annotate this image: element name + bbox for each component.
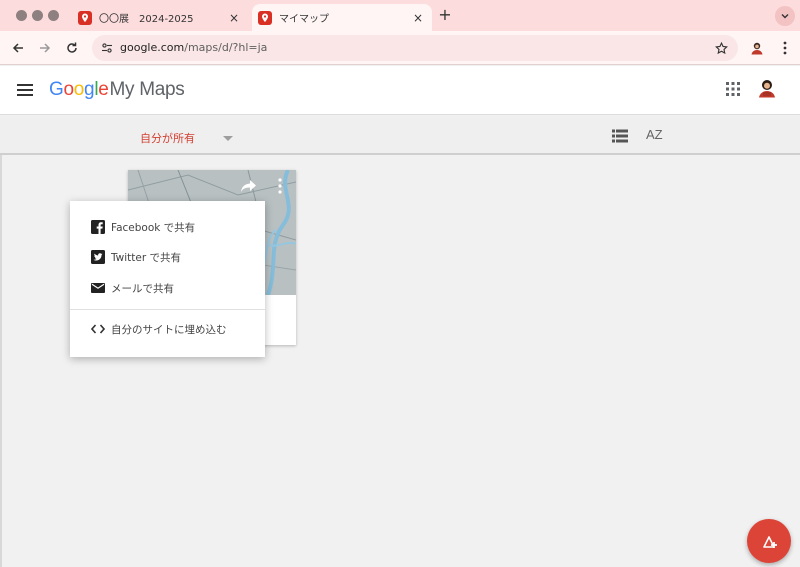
left-edge: [0, 155, 2, 567]
owner-filter-label: 自分が所有: [140, 132, 195, 145]
more-vert-icon[interactable]: [274, 177, 286, 195]
browser-tab-exhibition[interactable]: 〇〇展 2024-2025 ×: [72, 4, 248, 31]
embed-site-item[interactable]: 自分のサイトに埋め込む: [70, 316, 265, 342]
reload-icon: [67, 42, 77, 53]
browser-toolbar: google.com/maps/d/?hl=ja: [0, 31, 800, 65]
menu-item-label: 自分のサイトに埋め込む: [111, 323, 227, 336]
filter-bar: 自分が所有 AZ: [0, 116, 800, 155]
back-button[interactable]: [9, 39, 27, 57]
site-info-button[interactable]: [99, 40, 115, 56]
browser-tab-bar: 〇〇展 2024-2025 × マイマップ × +: [0, 0, 800, 31]
share-facebook-item[interactable]: Facebook で共有: [70, 214, 265, 240]
maps-favicon-icon: [78, 10, 92, 25]
new-tab-button[interactable]: +: [436, 6, 454, 24]
menu-icon[interactable]: [16, 81, 34, 99]
twitter-icon: [91, 250, 105, 264]
arrow-right-icon: [40, 43, 51, 53]
add-location-icon: [763, 536, 777, 548]
sort-az-button[interactable]: AZ: [646, 127, 666, 145]
browser-tab-my-maps[interactable]: マイマップ ×: [252, 4, 432, 31]
tab-title: マイマップ: [279, 14, 329, 25]
tab-close-button[interactable]: ×: [410, 11, 426, 25]
create-map-button[interactable]: [747, 519, 791, 563]
caret-down-icon: [223, 135, 233, 141]
share-email-item[interactable]: メールで共有: [70, 275, 265, 301]
window-minimize-button[interactable]: [32, 10, 43, 21]
arrow-left-icon: [12, 43, 23, 53]
product-name: My Maps: [109, 79, 185, 100]
url-text: google.com/maps/d/?hl=ja: [120, 41, 267, 54]
logo-letter: G: [49, 79, 64, 100]
menu-divider: [70, 309, 265, 310]
tab-search-button[interactable]: [775, 6, 795, 26]
share-menu: Facebook で共有 Twitter で共有 メールで共有 自分のサイトに埋…: [70, 201, 265, 357]
logo-letter: o: [73, 79, 85, 100]
embed-code-icon: [91, 322, 105, 336]
menu-item-label: Facebook で共有: [111, 221, 196, 234]
share-twitter-item[interactable]: Twitter で共有: [70, 244, 265, 270]
window-close-button[interactable]: [16, 10, 27, 21]
account-avatar[interactable]: [757, 78, 777, 98]
browser-profile-button[interactable]: [748, 39, 766, 57]
chevron-down-icon: [781, 14, 789, 19]
google-my-maps-logo[interactable]: GoogleMy Maps: [49, 79, 185, 101]
email-icon: [91, 281, 105, 295]
window-zoom-button[interactable]: [48, 10, 59, 21]
owner-filter-dropdown[interactable]: 自分が所有: [140, 130, 233, 146]
apps-grid-icon[interactable]: [724, 80, 742, 98]
logo-letter: o: [63, 79, 74, 100]
share-icon[interactable]: [240, 178, 258, 194]
url-path: /maps/d/?hl=ja: [184, 41, 268, 54]
bookmark-button[interactable]: [712, 39, 730, 57]
logo-letter: g: [84, 79, 95, 100]
maps-favicon-icon: [258, 10, 272, 25]
avatar-icon: [751, 42, 763, 55]
browser-menu-button[interactable]: [776, 39, 794, 57]
facebook-icon: [91, 220, 105, 234]
tune-icon: [102, 43, 112, 53]
logo-letter: e: [98, 79, 109, 100]
star-icon: [714, 41, 728, 54]
tab-close-button[interactable]: ×: [226, 11, 242, 25]
more-vert-icon: [783, 41, 787, 55]
app-header: GoogleMy Maps: [0, 66, 800, 115]
forward-button[interactable]: [36, 39, 54, 57]
menu-item-label: メールで共有: [111, 282, 174, 295]
reload-button[interactable]: [63, 39, 81, 57]
address-bar[interactable]: google.com/maps/d/?hl=ja: [92, 35, 738, 61]
url-host: google.com: [120, 41, 185, 54]
menu-item-label: Twitter で共有: [111, 251, 182, 264]
tab-title: 〇〇展 2024-2025: [99, 14, 194, 25]
list-view-icon[interactable]: [612, 129, 628, 143]
